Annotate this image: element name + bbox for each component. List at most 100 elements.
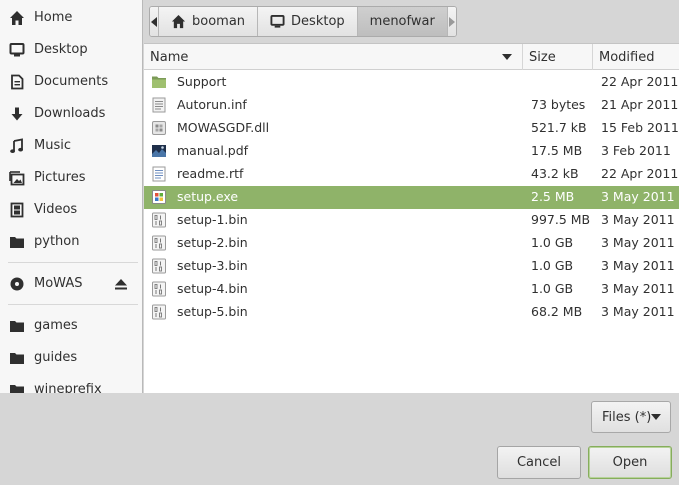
file-name: MOWASGDF.dll [177,120,270,135]
sidebar-item-python[interactable]: python [0,226,142,258]
file-modified: 3 May 2011 [601,212,675,227]
sidebar-item-music[interactable]: Music [0,130,142,162]
rtf-file-icon [151,166,167,182]
file-name: setup-2.bin [177,235,248,250]
disc-icon [9,276,25,292]
sidebar-item-label: Videos [34,202,78,217]
file-list[interactable]: Name Size Modified Support 22 Apr 2011 A… [144,43,679,393]
sidebar-item-downloads[interactable]: Downloads [0,98,142,130]
column-header-label: Name [150,49,189,65]
sidebar-item-label: Desktop [34,42,88,57]
file-row-support[interactable]: Support 22 Apr 2011 [144,71,679,94]
file-size: 1.0 GB [531,235,574,250]
exe-file-icon [151,189,167,205]
sidebar-item-label: Downloads [34,106,106,121]
pictures-icon [9,170,25,186]
sidebar-item-mowas[interactable]: MoWAS [0,268,142,300]
file-row-readme[interactable]: readme.rtf 43.2 kB 22 Apr 2011 [144,163,679,186]
sidebar-item-pictures[interactable]: Pictures [0,162,142,194]
cancel-button[interactable]: Cancel [497,446,581,479]
column-header-name[interactable]: Name [144,44,523,70]
file-size: 17.5 MB [531,143,583,158]
file-modified: 22 Apr 2011 [601,74,679,89]
file-row-setup-exe[interactable]: setup.exe 2.5 MB 3 May 2011 [144,186,679,209]
binary-file-icon [151,258,167,274]
file-name: setup-1.bin [177,212,248,227]
file-row-setup-5[interactable]: setup-5.bin 68.2 MB 3 May 2011 [144,301,679,324]
home-icon [9,10,25,26]
sidebar-item-games[interactable]: games [0,310,142,342]
file-size: 68.2 MB [531,304,583,319]
sidebar-item-label: Pictures [34,170,86,185]
documents-icon [9,74,25,90]
file-row-setup-4[interactable]: setup-4.bin 1.0 GB 3 May 2011 [144,278,679,301]
path-bar: booman Desktop menofwar [149,6,457,37]
file-size: 43.2 kB [531,166,579,181]
chevron-down-icon [651,414,661,420]
file-name: manual.pdf [177,143,249,158]
sidebar-item-wineprefix[interactable]: wineprefix [0,374,142,393]
column-header-modified[interactable]: Modified [593,44,679,70]
file-modified: 15 Feb 2011 [601,120,679,135]
open-button[interactable]: Open [588,446,672,479]
text-file-icon [151,97,167,113]
file-row-setup-3[interactable]: setup-3.bin 1.0 GB 3 May 2011 [144,255,679,278]
file-row-autorun[interactable]: Autorun.inf 73 bytes 21 Apr 2011 [144,94,679,117]
list-header: Name Size Modified [144,44,679,70]
file-name: setup-5.bin [177,304,248,319]
file-size: 2.5 MB [531,189,575,204]
path-forward-button[interactable] [447,7,456,36]
sidebar-item-label: games [34,318,78,333]
file-type-filter-label: Files (*) [602,409,652,425]
file-modified: 22 Apr 2011 [601,166,679,181]
file-modified: 3 May 2011 [601,304,675,319]
file-name: setup-4.bin [177,281,248,296]
file-row-setup-1[interactable]: setup-1.bin 997.5 MB 3 May 2011 [144,209,679,232]
path-crumb-current[interactable]: menofwar [357,7,448,36]
file-type-filter[interactable]: Files (*) [591,401,671,433]
sidebar-item-label: wineprefix [34,382,102,393]
file-row-manual[interactable]: manual.pdf 17.5 MB 3 Feb 2011 [144,140,679,163]
file-row-mowasgdf[interactable]: MOWASGDF.dll 521.7 kB 15 Feb 2011 [144,117,679,140]
sort-descending-icon [502,54,512,60]
sidebar-separator [8,304,138,305]
path-crumb-home[interactable]: booman [159,7,259,36]
path-back-button[interactable] [150,7,159,36]
file-size: 1.0 GB [531,281,574,296]
folder-icon [9,318,25,334]
path-crumb-label: menofwar [369,14,435,29]
file-name: setup-3.bin [177,258,248,273]
column-header-size[interactable]: Size [523,44,593,70]
pdf-file-icon [151,143,167,159]
file-name: Autorun.inf [177,97,247,112]
sidebar-item-guides[interactable]: guides [0,342,142,374]
sidebar-item-videos[interactable]: Videos [0,194,142,226]
sidebar-item-label: python [34,234,80,249]
sidebar-item-documents[interactable]: Documents [0,66,142,98]
sidebar-separator [8,262,138,263]
file-name: Support [177,74,227,89]
chevron-right-icon [448,16,455,27]
folder-icon [151,74,167,90]
file-row-setup-2[interactable]: setup-2.bin 1.0 GB 3 May 2011 [144,232,679,255]
file-size: 521.7 kB [531,120,587,135]
file-modified: 3 May 2011 [601,235,675,250]
path-crumb-label: Desktop [291,14,345,29]
binary-file-icon [151,304,167,320]
file-name: setup.exe [177,189,239,204]
desktop-icon [270,14,285,28]
file-modified: 21 Apr 2011 [601,97,679,112]
eject-icon[interactable] [114,277,128,291]
download-icon [9,106,25,122]
file-modified: 3 May 2011 [601,258,675,273]
places-sidebar: Home Desktop Documents Downloads Music P… [0,0,143,393]
videos-icon [9,202,25,218]
sidebar-item-desktop[interactable]: Desktop [0,34,142,66]
sidebar-item-label: Music [34,138,71,153]
path-crumb-desktop[interactable]: Desktop [258,7,358,36]
sidebar-item-label: Documents [34,74,109,89]
sidebar-item-home[interactable]: Home [0,2,142,34]
file-size: 997.5 MB [531,212,591,227]
dll-file-icon [151,120,167,136]
binary-file-icon [151,235,167,251]
